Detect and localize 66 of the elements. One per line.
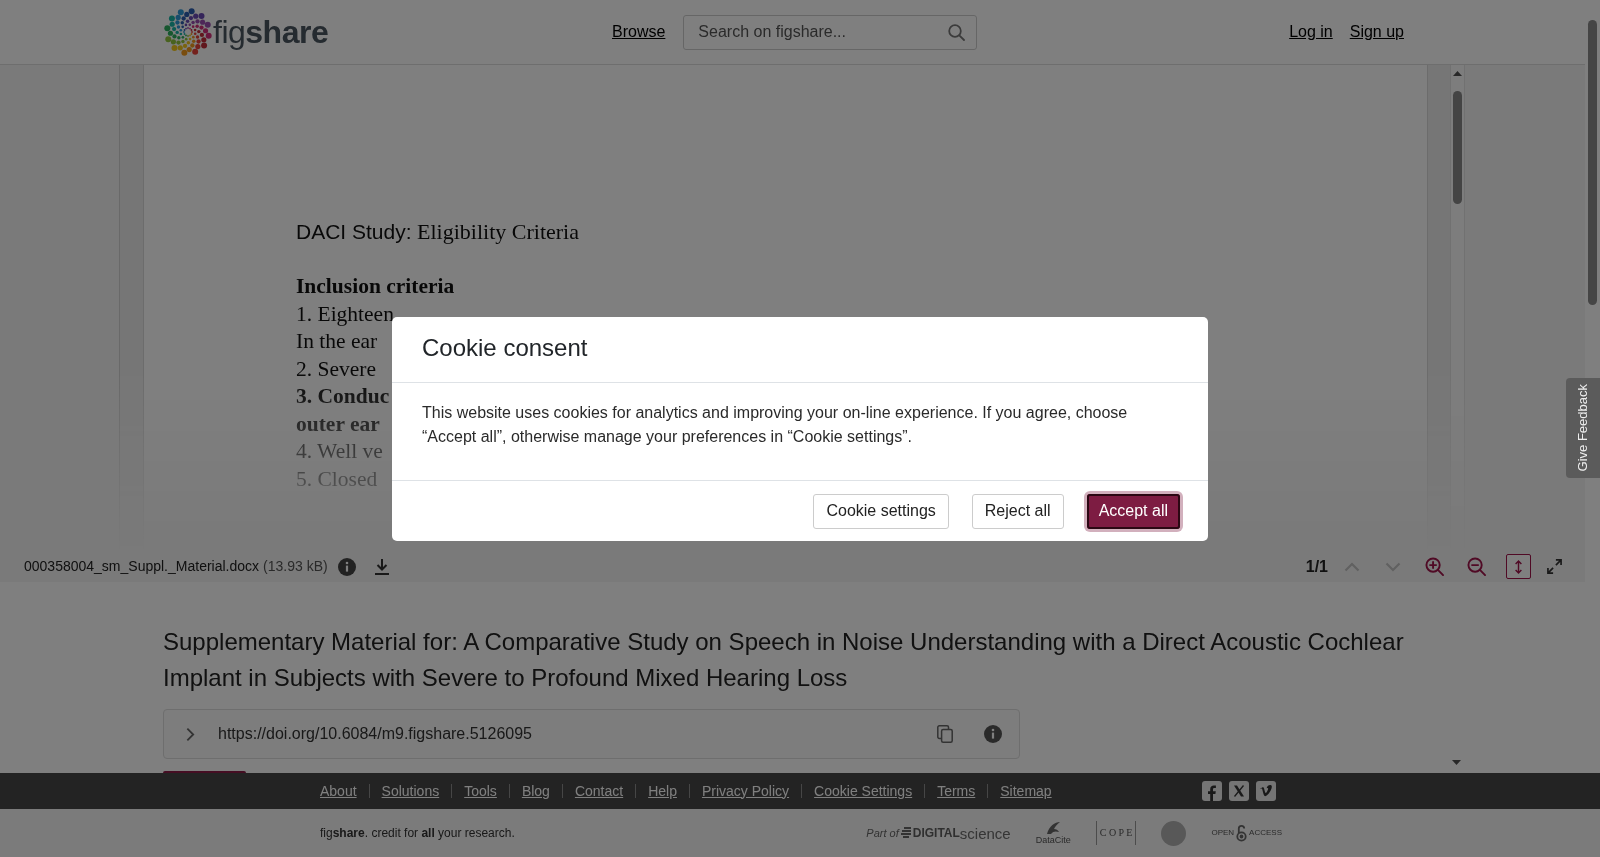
footer-tagline: figshare. credit for all your research. bbox=[320, 825, 515, 842]
file-size: (13.93 kB) bbox=[263, 557, 328, 576]
document-subheading: Inclusion criteria bbox=[296, 273, 455, 300]
logo-text[interactable]: figshare bbox=[213, 16, 329, 48]
document-text: 1. Eighteen bbox=[296, 300, 394, 328]
footer-link[interactable]: Sitemap bbox=[1000, 780, 1052, 802]
x-logo-icon[interactable] bbox=[1229, 781, 1249, 801]
item-title: Supplementary Material for: A Comparative Study on Speech in Noise Understanding with a Direct Acoustic Cochlear Implant in Subjects with Severe to Profound Mixed Hearing Loss bbox=[163, 627, 1405, 693]
facebook-icon[interactable] bbox=[1202, 781, 1222, 801]
dialog-title: Cookie consent bbox=[422, 332, 588, 363]
login-link[interactable]: Log in bbox=[1289, 20, 1333, 44]
partner-logo-text: C O P E bbox=[1095, 821, 1137, 845]
search-icon[interactable] bbox=[948, 23, 966, 41]
scroll-down-arrow-icon[interactable] bbox=[1452, 760, 1461, 765]
accept-button[interactable]: Accept all bbox=[1086, 493, 1180, 529]
document-text: 4. Well ve bbox=[296, 438, 383, 465]
open-lock-icon bbox=[1236, 824, 1248, 842]
download-icon[interactable] bbox=[373, 558, 390, 575]
dialog-button[interactable]: Reject all bbox=[971, 493, 1064, 529]
doi-panel[interactable]: https://doi.org/10.6084/m9.figshare.5126095 bbox=[163, 709, 1020, 759]
copy-icon[interactable] bbox=[937, 725, 953, 743]
page-indicator: 1/1 bbox=[1305, 556, 1328, 577]
feedback-tab[interactable]: Give Feedback bbox=[1566, 378, 1600, 478]
chevron-right-icon[interactable] bbox=[186, 726, 195, 742]
seal-logo-icon bbox=[1161, 820, 1187, 846]
info-icon[interactable] bbox=[984, 725, 1002, 743]
logo-icon[interactable] bbox=[163, 7, 213, 57]
partner-logo-text: Part of bbox=[866, 825, 899, 841]
footer-link[interactable]: About bbox=[320, 780, 357, 802]
document-title: DACI Study: Eligibility Criteria bbox=[296, 218, 579, 246]
swoosh-icon bbox=[1045, 820, 1062, 835]
footer-link[interactable]: Cookie Settings bbox=[814, 780, 913, 802]
footer-link[interactable]: Terms bbox=[937, 780, 976, 802]
signup-link[interactable]: Sign up bbox=[1349, 20, 1404, 44]
footer-link[interactable]: Contact bbox=[574, 780, 624, 802]
fullscreen-icon bbox=[1547, 559, 1562, 574]
dialog-button[interactable]: Cookie settings bbox=[813, 493, 949, 529]
vimeo-icon[interactable] bbox=[1256, 781, 1276, 801]
scroll-up-arrow-icon[interactable] bbox=[1453, 71, 1462, 76]
dialog-message: This website uses cookies for analytics and improving your on-line experience. If you agree, choose “Accept all”, otherwise manage your preferences in “Cookie settings”. bbox=[422, 403, 1129, 447]
document-text: 3. Conduc bbox=[296, 383, 390, 410]
fit-height-button[interactable] bbox=[1506, 554, 1531, 579]
zoom-in-icon bbox=[1425, 557, 1444, 576]
striped-emblem-icon bbox=[900, 827, 912, 839]
scrollbar-thumb[interactable] bbox=[1453, 91, 1462, 204]
search-field[interactable]: Search on figshare... bbox=[683, 14, 978, 50]
document-text: In the ear bbox=[296, 328, 378, 355]
partner-logo-text: ACCESS bbox=[1249, 827, 1282, 839]
document-text: 2. Severe bbox=[296, 355, 376, 383]
info-icon[interactable] bbox=[337, 557, 356, 576]
partner-logo-text: OPEN bbox=[1211, 827, 1235, 839]
page-scrollbar-thumb[interactable] bbox=[1588, 20, 1597, 305]
footer-link[interactable]: Solutions bbox=[381, 780, 440, 802]
partner-logo-text: DIGITAL bbox=[912, 825, 960, 842]
footer-link[interactable]: Privacy Policy bbox=[701, 780, 790, 802]
footer-link[interactable]: Tools bbox=[464, 780, 497, 802]
footer-link[interactable]: Blog bbox=[521, 780, 550, 802]
zoom-out-icon bbox=[1467, 557, 1486, 576]
browse-link[interactable]: Browse bbox=[612, 20, 666, 44]
vertical-arrows-icon bbox=[1514, 558, 1523, 575]
document-text: outer ear bbox=[296, 410, 380, 438]
doi-text: https://doi.org/10.6084/m9.figshare.5126095 bbox=[218, 724, 532, 744]
partner-logo-text: DataCite bbox=[1035, 834, 1071, 846]
partner-logo-text: science bbox=[959, 825, 1011, 841]
footer-link[interactable]: Help bbox=[648, 780, 677, 802]
file-name: 000358004_sm_Suppl._Material.docx bbox=[24, 557, 260, 576]
